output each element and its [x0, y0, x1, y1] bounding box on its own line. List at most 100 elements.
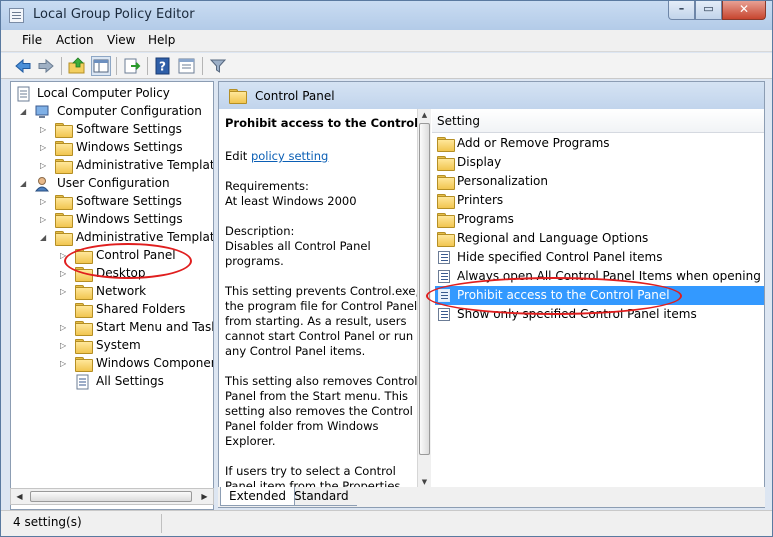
description-line: Panel folder from Windows	[225, 419, 379, 433]
description-line: from starting. As a result, users	[225, 314, 407, 328]
tree-item-control-panel[interactable]: ▷ Control Panel	[15, 247, 205, 264]
list-item-label: Add or Remove Programs	[457, 136, 610, 150]
back-button[interactable]	[13, 56, 33, 76]
tree-item-user-configuration[interactable]: ◢ User Configuration	[15, 175, 205, 192]
tree-item-local-computer-policy[interactable]: Local Computer Policy	[15, 85, 205, 102]
tree-item-system[interactable]: ▷ System	[15, 337, 205, 354]
folder-icon	[75, 249, 93, 264]
properties-button[interactable]	[177, 56, 197, 76]
tree-item-desktop[interactable]: ▷ Desktop	[15, 265, 205, 282]
expand-arrow-icon[interactable]: ▷	[60, 355, 69, 372]
tree-item-cc-administrative-templates[interactable]: ▷ Administrative Templates	[15, 157, 213, 174]
menu-view[interactable]: View	[107, 33, 135, 47]
tree-label: Computer Configuration	[57, 104, 202, 118]
toolbar-separator	[147, 57, 148, 75]
list-item-folder[interactable]: Display	[435, 153, 764, 172]
tree-item-uc-software-settings[interactable]: ▷ Software Settings	[15, 193, 205, 210]
tree-item-uc-administrative-templates[interactable]: ◢ Administrative Templates	[15, 229, 213, 246]
filter-button[interactable]	[208, 56, 228, 76]
expand-arrow-icon[interactable]: ▷	[40, 121, 49, 138]
list-item-folder[interactable]: Regional and Language Options	[435, 229, 764, 248]
expand-arrow-icon[interactable]: ▷	[40, 157, 49, 174]
description-line: programs.	[225, 254, 284, 268]
expand-arrow-icon[interactable]: ▷	[60, 283, 69, 300]
tree-item-start-menu-taskbar[interactable]: ▷ Start Menu and Taskba	[15, 319, 213, 336]
tree-item-windows-components[interactable]: ▷ Windows Component	[15, 355, 213, 372]
up-one-level-button[interactable]	[67, 56, 87, 76]
folder-icon	[437, 232, 455, 247]
menu-help[interactable]: Help	[148, 33, 175, 47]
show-hide-console-tree-button[interactable]	[91, 56, 111, 76]
folder-icon	[55, 123, 73, 138]
list-item-setting-selected[interactable]: Prohibit access to the Control Panel	[435, 286, 764, 305]
export-list-icon	[124, 58, 141, 74]
help-button[interactable]: ?	[153, 56, 173, 76]
scroll-left-icon[interactable]: ◀	[11, 489, 28, 504]
description-vertical-scrollbar[interactable]: ▲ ▼	[417, 109, 431, 489]
tree-item-cc-software-settings[interactable]: ▷ Software Settings	[15, 121, 205, 138]
settings-list[interactable]: Setting Add or Remove Programs Display P…	[432, 109, 764, 489]
tree-label: Desktop	[96, 266, 146, 280]
expand-arrow-icon[interactable]: ▷	[40, 211, 49, 228]
console-tree[interactable]: Local Computer Policy ◢ Computer Configu…	[10, 81, 214, 510]
folder-icon	[55, 231, 73, 246]
menu-action[interactable]: Action	[56, 33, 94, 47]
list-item-setting[interactable]: Show only specified Control Panel items	[435, 305, 764, 324]
list-item-setting[interactable]: Always open All Control Panel Items when…	[435, 267, 764, 286]
list-item-folder[interactable]: Programs	[435, 210, 764, 229]
description-line: any Control Panel items.	[225, 344, 366, 358]
tree-label: System	[96, 338, 141, 352]
minimize-button[interactable]: –	[668, 1, 695, 20]
expand-arrow-icon[interactable]: ▷	[60, 319, 69, 336]
list-item-setting[interactable]: Hide specified Control Panel items	[435, 248, 764, 267]
tree-label: Local Computer Policy	[37, 86, 170, 100]
tree-item-uc-windows-settings[interactable]: ▷ Windows Settings	[15, 211, 205, 228]
tree-horizontal-scrollbar[interactable]: ◀ ▶	[10, 488, 214, 505]
collapse-arrow-icon[interactable]: ◢	[20, 103, 29, 120]
scrollbar-thumb[interactable]	[419, 123, 430, 455]
tree-label: Network	[96, 284, 147, 298]
column-header-setting[interactable]: Setting	[432, 109, 764, 133]
description-label: Description:	[225, 224, 295, 238]
forward-button[interactable]	[36, 56, 56, 76]
show-hide-tree-icon	[93, 59, 109, 73]
close-button[interactable]: ✕	[722, 1, 766, 20]
tree-item-cc-windows-settings[interactable]: ▷ Windows Settings	[15, 139, 205, 156]
tree-item-network[interactable]: ▷ Network	[15, 283, 205, 300]
expand-arrow-icon[interactable]: ▷	[60, 337, 69, 354]
forward-arrow-icon	[38, 58, 54, 74]
help-icon: ?	[155, 57, 170, 75]
policy-setting-link[interactable]: policy setting	[251, 149, 328, 163]
tree-label: Windows Settings	[76, 212, 183, 226]
description-line: Disables all Control Panel	[225, 239, 371, 253]
expand-arrow-icon[interactable]: ▷	[40, 139, 49, 156]
view-tabs: Extended Standard	[218, 487, 765, 507]
policy-editor-app-icon	[9, 8, 24, 23]
expand-arrow-icon[interactable]: ▷	[60, 265, 69, 282]
requirements-value: At least Windows 2000	[225, 194, 357, 208]
tree-item-computer-configuration[interactable]: ◢ Computer Configuration	[15, 103, 205, 120]
list-item-label: Personalization	[457, 174, 548, 188]
menu-file[interactable]: File	[22, 33, 42, 47]
folder-icon	[75, 285, 93, 300]
tab-standard[interactable]: Standard	[286, 487, 357, 506]
scrollbar-thumb[interactable]	[30, 491, 192, 502]
list-item-folder[interactable]: Add or Remove Programs	[435, 134, 764, 153]
folder-icon	[75, 303, 93, 318]
collapse-arrow-icon[interactable]: ◢	[20, 175, 29, 192]
scroll-up-icon[interactable]: ▲	[418, 109, 431, 122]
tree-label: Shared Folders	[96, 302, 186, 316]
tab-extended[interactable]: Extended	[220, 487, 295, 506]
expand-arrow-icon[interactable]: ▷	[60, 247, 69, 264]
maximize-button[interactable]: ▭	[695, 1, 722, 20]
scroll-right-icon[interactable]: ▶	[196, 489, 213, 504]
tree-item-all-settings[interactable]: All Settings	[15, 373, 205, 390]
export-list-button[interactable]	[122, 56, 142, 76]
folder-icon	[437, 137, 455, 152]
details-header-title: Control Panel	[255, 89, 335, 103]
list-item-folder[interactable]: Personalization	[435, 172, 764, 191]
tree-item-shared-folders[interactable]: Shared Folders	[15, 301, 205, 318]
list-item-folder[interactable]: Printers	[435, 191, 764, 210]
collapse-arrow-icon[interactable]: ◢	[40, 229, 49, 246]
expand-arrow-icon[interactable]: ▷	[40, 193, 49, 210]
